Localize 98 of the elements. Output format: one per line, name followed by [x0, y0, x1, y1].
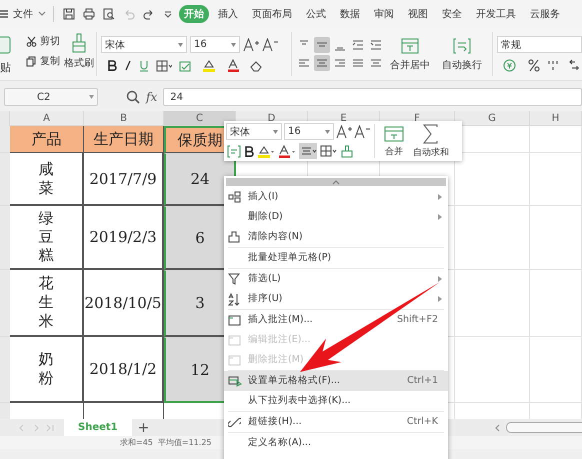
table-cell: 花生米 — [10, 270, 84, 337]
column-header[interactable]: B — [84, 111, 164, 126]
menu-item[interactable]: 设置单元格格式(F)... Ctrl+1 — [224, 371, 448, 391]
ribbon-tab[interactable]: 插入 — [213, 5, 243, 23]
link-icon — [228, 416, 241, 428]
ribbon-tab[interactable]: 页面布局 — [247, 5, 297, 23]
header-cell: 产品 — [10, 126, 84, 153]
underline-icon[interactable] — [139, 60, 149, 72]
add-sheet-button[interactable]: + — [138, 420, 150, 436]
highlight-icon[interactable] — [257, 144, 275, 158]
comment-icon — [228, 354, 241, 366]
redo-icon[interactable] — [143, 8, 155, 20]
table-cell — [530, 270, 582, 337]
header-cell: 生产日期 — [84, 126, 164, 153]
comment-icon — [228, 314, 241, 326]
border-icon[interactable] — [320, 144, 338, 158]
wrap-text-button[interactable]: 自动换行 — [442, 36, 482, 72]
font-size-select[interactable]: 16 — [284, 123, 334, 140]
file-menu[interactable]: 文件 — [12, 7, 34, 21]
caret-icon — [325, 130, 330, 134]
merge-center-button[interactable]: 合并居中 — [390, 36, 430, 72]
table-cell — [530, 153, 582, 206]
menu-item[interactable]: 定义名称(A)... — [224, 433, 448, 453]
paintbrush-icon — [70, 33, 88, 53]
scroll-left-icon[interactable] — [494, 424, 500, 432]
autosum-button[interactable]: 自动求和 — [413, 124, 449, 158]
table-cell: 奶粉 — [10, 337, 84, 403]
paste-label[interactable]: 贴 — [0, 60, 11, 75]
formula-input[interactable]: 24 — [163, 88, 582, 106]
ribbon-tab[interactable]: 安全 — [437, 5, 467, 23]
zoom-icon[interactable] — [126, 90, 140, 104]
chevron-down-icon[interactable] — [38, 11, 46, 17]
bold-icon[interactable] — [244, 146, 254, 156]
copy-icon — [26, 56, 37, 66]
column-header[interactable]: C — [164, 111, 236, 126]
column-header[interactable]: H — [530, 111, 582, 126]
table-cell: 绿豆糕 — [10, 206, 84, 270]
table-cell — [530, 206, 582, 270]
border-icon[interactable] — [156, 60, 172, 72]
sum-status: 求和=45 — [120, 437, 153, 448]
font-select[interactable]: 宋体 — [226, 123, 282, 140]
font-color-icon[interactable] — [278, 144, 296, 158]
sigma-icon — [422, 124, 440, 144]
bold-icon[interactable] — [107, 60, 117, 71]
save-icon[interactable] — [63, 8, 75, 20]
decimal-icon[interactable] — [568, 59, 582, 72]
caret-icon — [89, 95, 94, 99]
increase-font-icon[interactable] — [243, 38, 259, 52]
name-box[interactable]: C2 — [4, 88, 98, 106]
align-icon[interactable] — [314, 55, 330, 71]
caret-icon — [178, 42, 183, 46]
align-icon[interactable] — [299, 143, 317, 159]
cut-button[interactable]: 剪切 — [26, 34, 60, 48]
filter-icon — [228, 273, 240, 285]
ribbon-tab[interactable]: 公式 — [301, 5, 331, 23]
font-size-select[interactable]: 16 — [190, 36, 240, 53]
menu-item[interactable]: 超链接(H)... Ctrl+K — [224, 412, 448, 432]
clear-icon — [228, 231, 240, 243]
format-painter-button[interactable]: 格式刷 — [64, 33, 94, 70]
sort-icon — [228, 292, 240, 306]
decrease-font-icon[interactable] — [354, 124, 370, 138]
dropdown-icon[interactable] — [163, 9, 173, 19]
font-select[interactable]: 宋体 — [101, 36, 187, 53]
decrease-font-icon[interactable] — [262, 38, 278, 52]
table-cell: 咸菜 — [10, 153, 84, 206]
ribbon-tab[interactable]: 开发工具 — [471, 5, 521, 23]
number-format-select[interactable]: 常规 — [497, 36, 582, 53]
function-label[interactable]: fx — [146, 90, 158, 104]
horizontal-scrollbar[interactable] — [506, 422, 582, 433]
ribbon-tab[interactable]: 审阅 — [369, 5, 399, 23]
column-header[interactable]: G — [455, 111, 530, 126]
print-icon[interactable] — [83, 8, 95, 20]
italic-icon[interactable] — [124, 60, 132, 71]
caret-icon — [231, 42, 236, 46]
align-icon[interactable] — [314, 37, 330, 53]
average-status: 平均值=11.25 — [158, 437, 212, 448]
copy-button[interactable]: 复制 — [26, 54, 60, 68]
ribbon-tab[interactable]: 云服务 — [525, 5, 565, 23]
wrap-text-icon — [452, 36, 472, 54]
column-header[interactable]: A — [10, 111, 84, 126]
merge-cells-icon — [400, 36, 420, 54]
ribbon-tab[interactable]: 数据 — [335, 5, 365, 23]
comment-icon — [228, 334, 241, 346]
scissors-icon — [26, 36, 37, 46]
collapse-icon[interactable] — [332, 180, 340, 184]
paste-icon[interactable] — [0, 34, 12, 54]
format-painter-icon[interactable] — [341, 144, 353, 158]
ribbon-tab[interactable]: 视图 — [403, 5, 433, 23]
print-preview-icon[interactable] — [103, 8, 115, 20]
menu-icon[interactable] — [0, 9, 8, 19]
merge-cells-icon — [383, 124, 405, 142]
caret-icon — [273, 130, 278, 134]
format-cells-icon — [228, 375, 242, 387]
percent-icon[interactable] — [528, 59, 540, 72]
merge-button[interactable]: 合并 — [383, 124, 405, 158]
increase-font-icon[interactable] — [336, 124, 352, 138]
table-cell — [530, 126, 582, 153]
insert-icon — [228, 191, 241, 203]
